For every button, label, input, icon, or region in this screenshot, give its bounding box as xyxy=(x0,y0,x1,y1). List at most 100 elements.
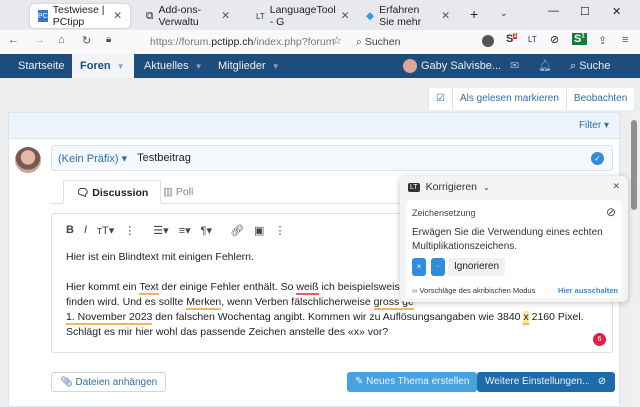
link-icon[interactable]: 🔗︎ xyxy=(230,224,244,237)
ignore-button[interactable]: Ignorieren xyxy=(448,258,506,276)
popup-title[interactable]: Korrigieren xyxy=(426,181,477,193)
suggestion-button[interactable]: × xyxy=(412,258,426,276)
tab-languagetool[interactable]: LT LanguageTool - G ✕ xyxy=(248,4,350,28)
inbox-icon[interactable]: ✉ xyxy=(510,54,519,78)
browser-tab-bar: PC Testwiese | PCtipp ✕ ⧉ Add-ons-Verwaltu ✕… xyxy=(0,0,640,30)
chevron-down-icon[interactable]: ▼ xyxy=(117,62,125,71)
error-highlight[interactable]: Merken xyxy=(186,296,222,310)
title-value: Testbeitrag xyxy=(137,152,191,164)
error-message: Erwägen Sie die Verwendung eines echten … xyxy=(412,227,603,252)
puzzle-icon: ⧉ xyxy=(146,9,154,22)
tab-poll[interactable]: ▥ Poll xyxy=(151,180,205,204)
close-window-icon[interactable]: ✕ xyxy=(612,5,621,18)
paragraph-icon[interactable]: ¶▾ xyxy=(201,224,212,237)
nav-aktuelles[interactable]: Aktuelles ▼ xyxy=(144,54,203,78)
browser-search-input[interactable]: ⌕ Suchen xyxy=(356,33,486,51)
tab-addons[interactable]: ⧉ Add-ons-Verwaltu ✕ xyxy=(138,4,238,28)
attach-files-button[interactable]: 📎︎ Dateien anhängen xyxy=(51,372,167,392)
tab-testwiese[interactable]: PC Testwiese | PCtipp ✕ xyxy=(30,4,130,28)
close-tab-icon[interactable]: ✕ xyxy=(341,10,350,22)
tab-erfahren[interactable]: ◆ Erfahren Sie mehr ✕ xyxy=(358,4,458,28)
tab-discussion[interactable]: 🗨︎ Discussion xyxy=(63,180,162,204)
disable-rule-icon[interactable]: ⊘ xyxy=(606,205,616,219)
suggestion-card: Zeichensetzung ⊘ Erwägen Sie die Verwend… xyxy=(406,200,622,298)
nav-mitglieder[interactable]: Mitglieder ▼ xyxy=(218,54,280,78)
pctipp-icon: PC xyxy=(38,10,48,22)
image-icon[interactable]: ▣ xyxy=(254,224,264,237)
close-tab-icon[interactable]: ✕ xyxy=(221,10,230,22)
new-tab-icon[interactable]: + xyxy=(470,6,478,22)
maximize-icon[interactable]: ☐ xyxy=(580,5,590,18)
prefix-label: (Kein Präfix) xyxy=(58,152,119,165)
thread-actions: ☑ Als gelesen markieren Beobachten xyxy=(428,88,635,110)
suggestion-button[interactable]: · xyxy=(431,258,445,276)
bell-icon[interactable]: 🔔︎ xyxy=(538,54,552,78)
text-size-icon[interactable]: ᴛT▾ xyxy=(97,224,114,237)
languagetool-icon: LT xyxy=(256,11,265,21)
languagetool-extension-icon[interactable]: LT xyxy=(528,35,537,44)
align-icon[interactable]: ≡▾ xyxy=(179,224,191,237)
close-tab-icon[interactable]: ✕ xyxy=(441,10,450,22)
error-category: Zeichensetzung xyxy=(412,208,476,218)
disable-picky-link[interactable]: Hier ausschalten xyxy=(558,286,618,295)
list-icon[interactable]: ☰▾ xyxy=(153,224,168,237)
cancel-button[interactable]: ⊘ xyxy=(589,372,615,392)
button-label: Neues Thema erstellen xyxy=(366,376,470,387)
error-highlight[interactable]: weiß xyxy=(296,281,319,295)
create-thread-button[interactable]: ✎ Neues Thema erstellen xyxy=(347,372,478,392)
languagetool-icon: LT xyxy=(408,182,420,192)
filter-button[interactable]: Filter ▾ xyxy=(579,120,609,131)
more-options-button[interactable]: Weitere Einstellungen... xyxy=(477,372,599,392)
extension-badge: 1 xyxy=(513,33,517,40)
shield-icon: ◆ xyxy=(366,10,375,22)
watch-button[interactable]: Beobachten xyxy=(565,88,634,110)
lock-icon[interactable]: 🔒︎ xyxy=(106,34,111,45)
select-checkbox-icon[interactable]: ☑ xyxy=(428,88,452,110)
ban-icon: ⊘ xyxy=(597,376,607,387)
back-icon[interactable]: ← xyxy=(8,34,19,46)
extension-s-icon[interactable]: S1 xyxy=(506,33,517,45)
scrollbar-thumb[interactable] xyxy=(631,120,637,210)
close-tab-icon[interactable]: ✕ xyxy=(113,10,122,22)
menu-icon[interactable]: ≡ xyxy=(622,34,628,46)
url-field[interactable]: https://forum.pctipp.ch/index.php?forum xyxy=(150,33,350,51)
error-count-badge[interactable]: 6 xyxy=(593,333,606,346)
tab-label: Discussion xyxy=(92,187,149,199)
error-highlight[interactable]: 1. November 2023 xyxy=(66,311,153,325)
thread-title-field[interactable]: (Kein Präfix) ▾ Testbeitrag ✓ xyxy=(51,145,613,171)
search-label: Suche xyxy=(579,60,611,72)
minimize-icon[interactable]: — xyxy=(548,5,559,17)
check-icon: ✓ xyxy=(591,152,604,165)
mark-read-button[interactable]: Als gelesen markieren xyxy=(451,88,566,110)
bold-icon[interactable]: B xyxy=(66,224,74,236)
tab-label: Erfahren Sie mehr xyxy=(379,4,422,28)
italic-icon[interactable]: I xyxy=(84,224,87,236)
editor-tabs: 🗨︎ Discussion ▥ Poll xyxy=(51,180,401,204)
chevron-down-icon[interactable]: ⌄ xyxy=(483,183,490,192)
extensions-icon[interactable]: ⇪ xyxy=(598,34,607,47)
user-menu[interactable]: Gaby Salvisbe... xyxy=(421,54,501,78)
extension-g-icon[interactable] xyxy=(482,35,494,47)
error-highlight[interactable]: Text xyxy=(139,281,159,295)
popup-header: LT Korrigieren ⌄ xyxy=(408,181,490,193)
close-icon[interactable]: ✕ xyxy=(612,181,620,192)
forum-nav: Startseite Foren ▼ Aktuelles ▼ Mitglieder ▼… xyxy=(0,54,640,78)
tab-list-icon[interactable]: ⌄ xyxy=(500,8,508,19)
nav-foren[interactable]: Foren ▼ xyxy=(72,54,134,78)
editor-toolbar: B IᴛT▾ ⋮ ☰▾ ≡▾ ¶▾ 🔗︎ ▣ ⋮ xyxy=(66,222,285,238)
forward-icon[interactable]: → xyxy=(34,34,45,46)
chevron-down-icon: ▼ xyxy=(194,62,203,71)
tab-label: Add-ons-Verwaltu xyxy=(158,4,202,28)
extension-s-green-icon[interactable]: S1 xyxy=(572,33,587,45)
block-extension-icon[interactable]: ⊘ xyxy=(550,33,559,46)
reload-icon[interactable]: ↻ xyxy=(82,34,91,47)
more-icon[interactable]: ⋮ xyxy=(124,224,135,237)
nav-startseite[interactable]: Startseite xyxy=(18,54,64,78)
search-button[interactable]: ⌕ Suche xyxy=(570,54,610,78)
url-prefix: https://forum. xyxy=(150,36,212,48)
prefix-select[interactable]: (Kein Präfix) ▾ xyxy=(58,152,127,165)
bookmark-star-icon[interactable]: ☆ xyxy=(332,34,342,47)
home-icon[interactable]: ⌂ xyxy=(58,34,65,46)
more-icon[interactable]: ⋮ xyxy=(274,224,285,237)
user-avatar[interactable] xyxy=(403,59,417,73)
